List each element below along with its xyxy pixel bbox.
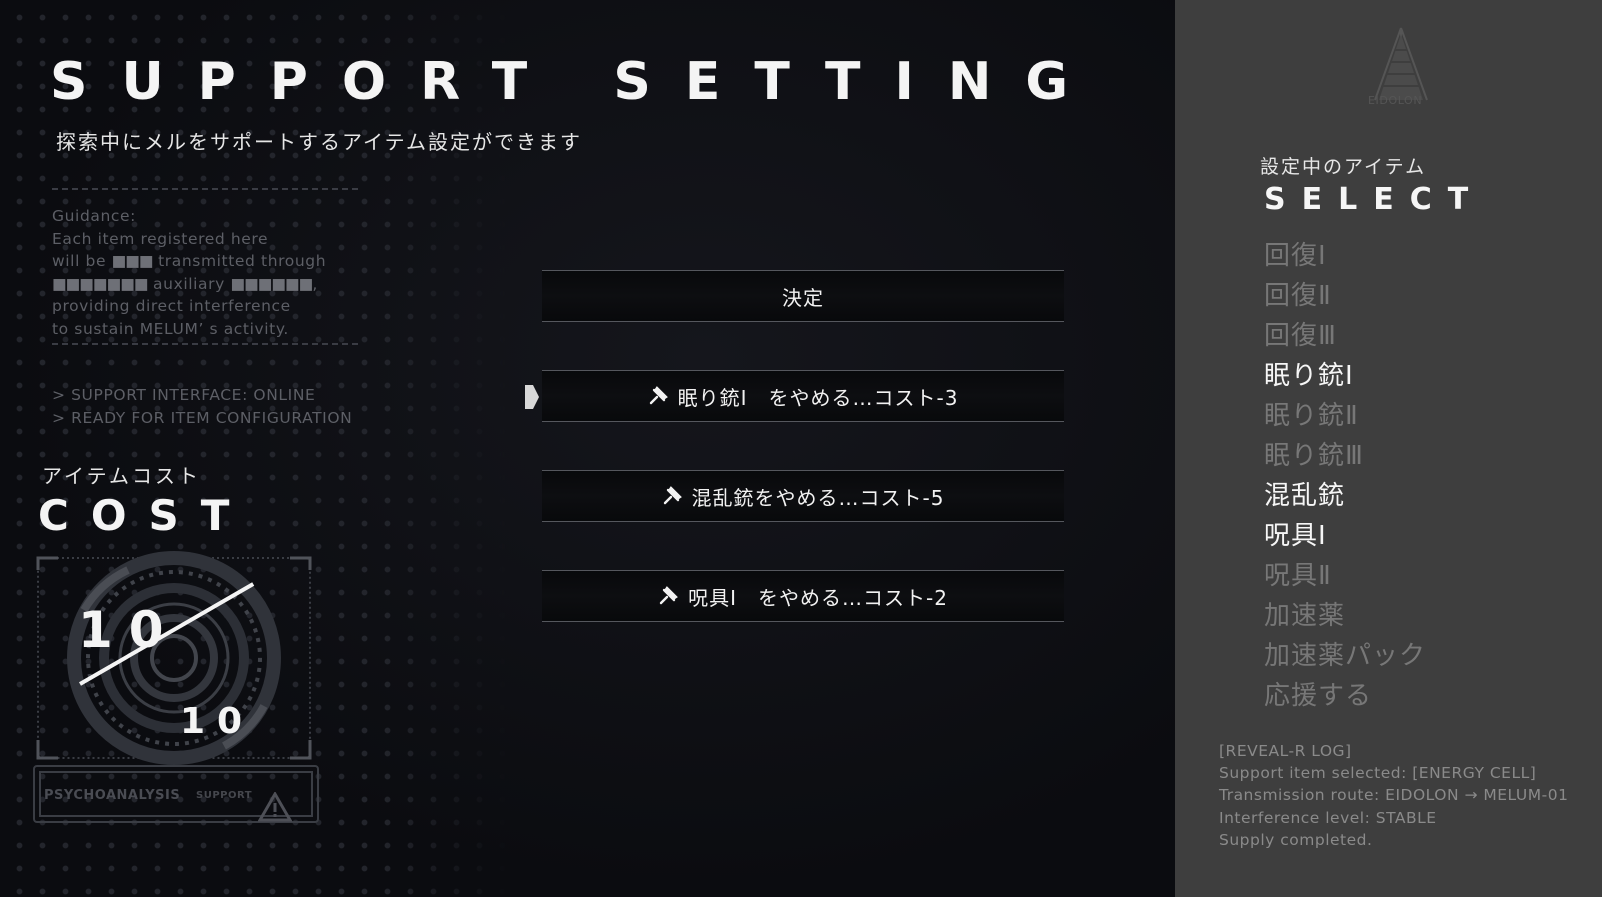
confirm-button-label: 決定 <box>782 285 824 310</box>
system-log-line: > SUPPORT INTERFACE: ONLINE <box>52 386 316 404</box>
main-area: SUPPORT SETTING 探索中にメルをサポートするアイテム設定ができます… <box>0 0 1175 897</box>
list-item[interactable]: 呪具Ⅰ <box>1264 516 1426 556</box>
select-label-en: SELECT <box>1264 182 1485 217</box>
list-item[interactable]: 眠り銃Ⅱ <box>1264 396 1426 436</box>
pin-icon <box>659 586 678 605</box>
item-list: 回復Ⅰ 回復Ⅱ 回復Ⅲ 眠り銃Ⅰ 眠り銃Ⅱ 眠り銃Ⅲ 混乱銃 呪具Ⅰ 呪具Ⅱ 加… <box>1264 236 1426 716</box>
list-item[interactable]: 加速薬 <box>1264 596 1426 636</box>
selected-items-panel: EIDOLON 設定中のアイテム SELECT 回復Ⅰ 回復Ⅱ 回復Ⅲ 眠り銃Ⅰ… <box>1175 0 1602 897</box>
option-label: 混乱銃をやめる…コスト-5 <box>691 485 945 510</box>
reveal-log-line: [REVEAL-R LOG] <box>1219 742 1352 760</box>
option-remove-confusion-gun[interactable]: 混乱銃をやめる…コスト-5 <box>542 470 1064 522</box>
guidance-line: Each item registered here <box>52 229 269 248</box>
redacted-block: ■■■■■■■ <box>52 274 149 293</box>
list-item[interactable]: 呪具Ⅱ <box>1264 556 1426 596</box>
divider-top <box>52 188 358 190</box>
page-subtitle: 探索中にメルをサポートするアイテム設定ができます <box>56 130 582 154</box>
confirm-button[interactable]: 決定 <box>542 270 1064 322</box>
list-item[interactable]: 応援する <box>1264 676 1426 716</box>
option-label: 呪具I をやめる…コスト-2 <box>688 585 948 610</box>
guidance-line: Guidance: <box>52 207 136 225</box>
psychoanalysis-label: PSYCHOANALYSIS <box>44 788 181 803</box>
reveal-log-line: Support item selected: [ENERGY CELL] <box>1219 764 1537 783</box>
guidance-line: providing direct interference <box>52 297 291 315</box>
redacted-block: ■■■■■■ <box>230 274 313 293</box>
list-item[interactable]: 回復Ⅲ <box>1264 316 1426 356</box>
list-item[interactable]: 眠り銃Ⅰ <box>1264 356 1426 396</box>
select-label-jp: 設定中のアイテム <box>1260 156 1427 178</box>
cost-max-value: 10 <box>180 701 255 742</box>
pin-icon <box>649 386 668 405</box>
reveal-log: [REVEAL-R LOG] Support item selected: [E… <box>1219 740 1568 851</box>
redacted-block: ■■■ <box>111 252 154 270</box>
pin-icon <box>663 486 682 505</box>
system-log-line: > READY FOR ITEM CONFIGURATION <box>52 408 353 427</box>
list-item[interactable]: 眠り銃Ⅲ <box>1264 436 1426 476</box>
guidance-text: Guidance: Each item registered here will… <box>52 205 326 340</box>
reveal-log-line: Transmission route: EIDOLON → MELUM-01 <box>1219 786 1569 805</box>
list-item[interactable]: 混乱銃 <box>1264 476 1426 516</box>
cost-label-en: COST <box>38 491 252 540</box>
guidance-line: will be ■■■ transmitted through <box>52 252 327 270</box>
selection-cursor-icon <box>525 385 539 409</box>
list-item[interactable]: 回復Ⅱ <box>1264 276 1426 316</box>
system-log: > SUPPORT INTERFACE: ONLINE > READY FOR … <box>52 384 352 429</box>
reveal-log-line: Supply completed. <box>1219 830 1373 849</box>
cost-label-jp: アイテムコスト <box>42 464 201 488</box>
guidance-line: to sustain MELUM’ s activity. <box>52 319 289 338</box>
reveal-log-line: Interference level: STABLE <box>1219 808 1437 827</box>
option-label: 眠り銃I をやめる…コスト-3 <box>677 385 959 410</box>
warning-icon <box>258 792 292 822</box>
support-setting-screen: SUPPORT SETTING 探索中にメルをサポートするアイテム設定ができます… <box>0 0 1602 897</box>
page-title: SUPPORT SETTING <box>50 52 1103 112</box>
list-item[interactable]: 回復Ⅰ <box>1264 236 1426 276</box>
option-remove-curse-tool[interactable]: 呪具I をやめる…コスト-2 <box>542 570 1064 622</box>
guidance-line: ■■■■■■■ auxiliary ■■■■■■, <box>52 274 318 293</box>
divider-bottom <box>52 343 358 345</box>
support-label: SUPPORT <box>196 790 253 801</box>
option-remove-sleep-gun[interactable]: 眠り銃I をやめる…コスト-3 <box>542 370 1064 422</box>
logo-text: EIDOLON <box>1368 94 1423 107</box>
cost-current-value: 10 <box>78 601 180 659</box>
list-item[interactable]: 加速薬パック <box>1264 636 1426 676</box>
